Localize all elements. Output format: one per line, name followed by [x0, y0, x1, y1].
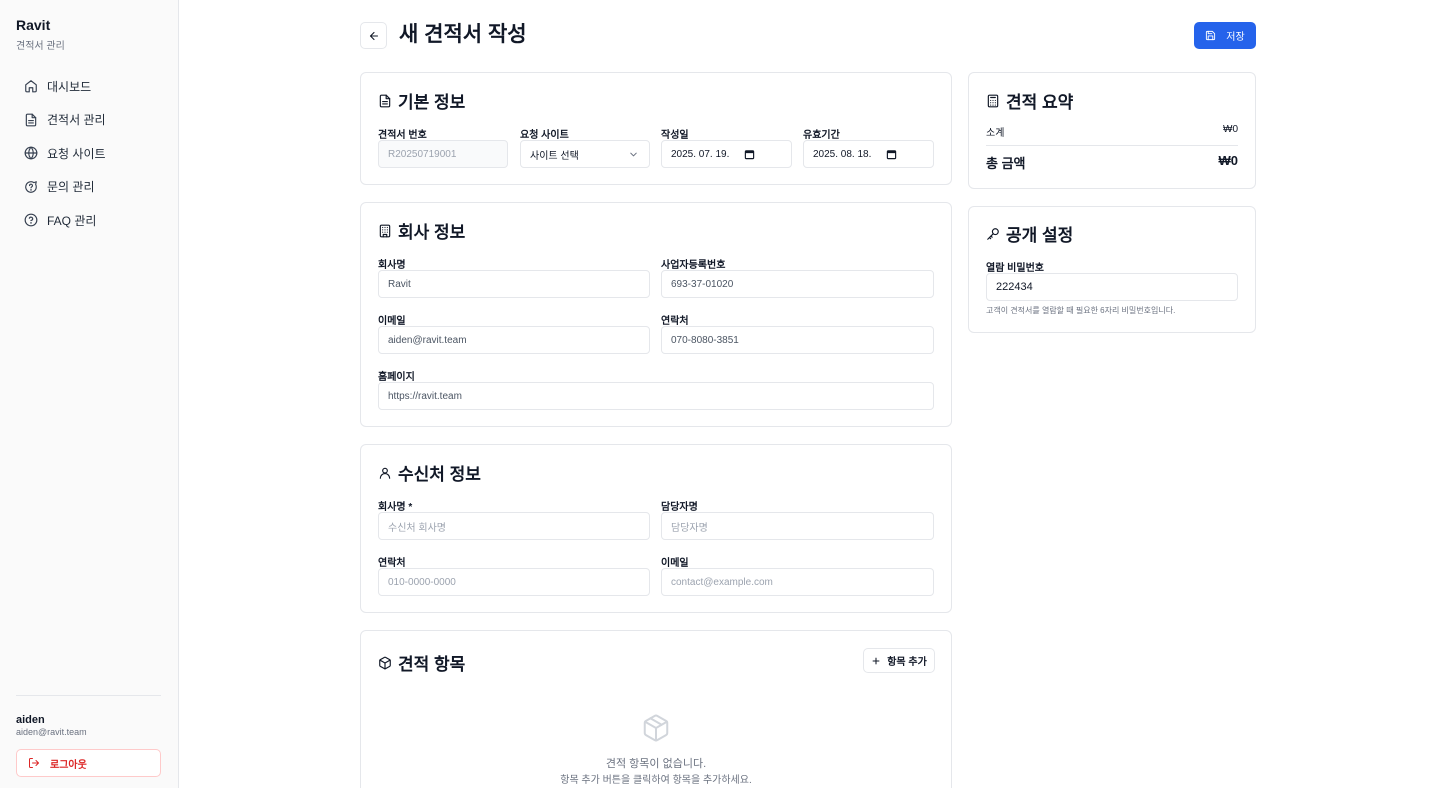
home-icon	[25, 80, 37, 93]
homepage-field[interactable]: https://ravit.team	[378, 382, 934, 410]
company-email-label: 이메일	[378, 316, 406, 327]
company-name-label: 회사명	[378, 260, 406, 271]
recipient-email-input[interactable]: contact@example.com	[661, 568, 934, 596]
subtotal-row: 소계 ₩0	[986, 124, 1238, 139]
company-name-field[interactable]: Ravit	[378, 270, 650, 298]
add-item-button[interactable]: 항목 추가	[863, 648, 935, 673]
arrow-left-icon	[369, 31, 378, 40]
site-select[interactable]: 사이트 선택	[520, 140, 650, 168]
valid-date-value: 2025. 08. 18.	[813, 148, 872, 160]
user-email: aiden@ravit.team	[16, 727, 87, 737]
recipient-info-title-text: 수신처 정보	[398, 465, 481, 484]
recipient-phone-label: 연락처	[378, 558, 406, 569]
company-phone-field[interactable]: 070-8080-3851	[661, 326, 934, 354]
empty-items-title: 견적 항목이 없습니다.	[605, 758, 707, 770]
subtotal-value: ₩0	[1223, 124, 1238, 135]
recipient-company-input[interactable]: 수신처 회사명	[378, 512, 650, 540]
created-date-field[interactable]: 2025. 07. 19.	[661, 140, 792, 168]
plus-icon	[872, 657, 880, 664]
sidebar: Ravit 견적서 관리 대시보드 견적서 관리 요청 사이트 문의 관리 FA…	[0, 0, 179, 788]
calendar-icon	[744, 150, 755, 160]
total-row: 총 금액 ₩0	[986, 153, 1238, 172]
brand: Ravit 견적서 관리	[16, 17, 65, 52]
recipient-phone-input[interactable]: 010-0000-0000	[378, 568, 650, 596]
public-settings-title: 공개 설정	[986, 221, 1073, 246]
user-name: aiden	[16, 714, 45, 726]
file-text-icon	[379, 94, 391, 107]
company-phone-label: 연락처	[661, 316, 689, 327]
sidebar-item-inquiries[interactable]: 문의 관리	[16, 171, 162, 203]
sidebar-nav: 대시보드 견적서 관리 요청 사이트 문의 관리 FAQ 관리	[16, 70, 162, 238]
recipient-manager-input[interactable]: 담당자명	[661, 512, 934, 540]
back-button[interactable]	[360, 22, 387, 49]
basic-info-title-text: 기본 정보	[398, 93, 466, 112]
empty-items-subtitle: 항목 추가 버튼을 클릭하여 항목을 추가하세요.	[560, 775, 752, 786]
save-button[interactable]: 저장	[1194, 22, 1256, 49]
company-info-title: 회사 정보	[378, 218, 465, 243]
save-label: 저장	[1226, 32, 1245, 43]
sidebar-item-dashboard[interactable]: 대시보드	[16, 70, 162, 102]
quote-summary-title: 견적 요약	[986, 88, 1073, 113]
sidebar-item-sites[interactable]: 요청 사이트	[16, 137, 162, 169]
quote-number-label: 견적서 번호	[378, 130, 427, 141]
view-password-input[interactable]: 222434	[986, 273, 1238, 301]
sidebar-item-label: FAQ 관리	[47, 213, 97, 228]
quote-items-title: 견적 항목	[378, 650, 465, 675]
key-icon	[987, 227, 999, 240]
valid-date-label: 유효기간	[803, 130, 840, 141]
sidebar-item-label: 대시보드	[47, 79, 92, 94]
site-select-value: 사이트 선택	[530, 150, 579, 162]
logout-icon	[29, 758, 39, 768]
summary-divider	[986, 145, 1238, 146]
user-icon	[379, 467, 391, 479]
sidebar-item-label: 견적서 관리	[47, 113, 106, 128]
calculator-icon	[987, 94, 999, 107]
subtotal-label: 소계	[986, 128, 1005, 139]
logout-button[interactable]: 로그아웃	[16, 749, 161, 777]
total-value: ₩0	[1218, 153, 1239, 168]
help-circle-icon	[24, 213, 38, 227]
file-text-icon	[25, 113, 37, 127]
quote-summary-title-text: 견적 요약	[1006, 93, 1074, 112]
sidebar-item-label: 문의 관리	[47, 180, 95, 195]
brand-name: Ravit	[16, 17, 51, 33]
password-help-text: 고객이 견적서를 열람할 때 필요한 6자리 비밀번호입니다.	[986, 306, 1176, 315]
valid-date-field[interactable]: 2025. 08. 18.	[803, 140, 934, 168]
sidebar-divider	[16, 695, 161, 696]
created-date-label: 작성일	[661, 130, 689, 141]
basic-info-title: 기본 정보	[378, 88, 465, 113]
site-label: 요청 사이트	[520, 130, 569, 141]
company-email-field[interactable]: aiden@ravit.team	[378, 326, 650, 354]
recipient-manager-label: 담당자명	[661, 502, 698, 513]
calendar-icon	[886, 150, 897, 160]
total-label: 총 금액	[986, 156, 1026, 171]
recipient-info-title: 수신처 정보	[378, 460, 481, 485]
building-icon	[379, 224, 391, 237]
recipient-company-label: 회사명 *	[378, 502, 413, 513]
logout-label: 로그아웃	[50, 759, 87, 771]
view-password-label: 열람 비밀번호	[986, 263, 1044, 274]
company-info-title-text: 회사 정보	[398, 223, 466, 242]
created-date-value: 2025. 07. 19.	[671, 148, 730, 160]
public-settings-title-text: 공개 설정	[1006, 226, 1074, 245]
chevron-down-icon	[630, 152, 637, 157]
business-number-field[interactable]: 693-37-01020	[661, 270, 934, 298]
add-item-label: 항목 추가	[887, 657, 927, 668]
message-question-icon	[25, 180, 37, 193]
package-icon	[379, 656, 391, 669]
sidebar-item-quotes[interactable]: 견적서 관리	[16, 104, 162, 136]
quote-number-field: R20250719001	[378, 140, 508, 168]
sidebar-item-label: 요청 사이트	[47, 146, 106, 161]
brand-subtitle: 견적서 관리	[16, 41, 65, 52]
homepage-label: 홈페이지	[378, 372, 415, 383]
globe-icon	[24, 146, 38, 160]
save-icon	[1206, 30, 1216, 41]
recipient-email-label: 이메일	[661, 558, 689, 569]
business-number-label: 사업자등록번호	[661, 260, 726, 271]
sidebar-item-faq[interactable]: FAQ 관리	[16, 204, 162, 236]
package-icon	[643, 714, 669, 742]
quote-items-title-text: 견적 항목	[398, 655, 466, 674]
page-title: 새 견적서 작성	[399, 23, 527, 46]
